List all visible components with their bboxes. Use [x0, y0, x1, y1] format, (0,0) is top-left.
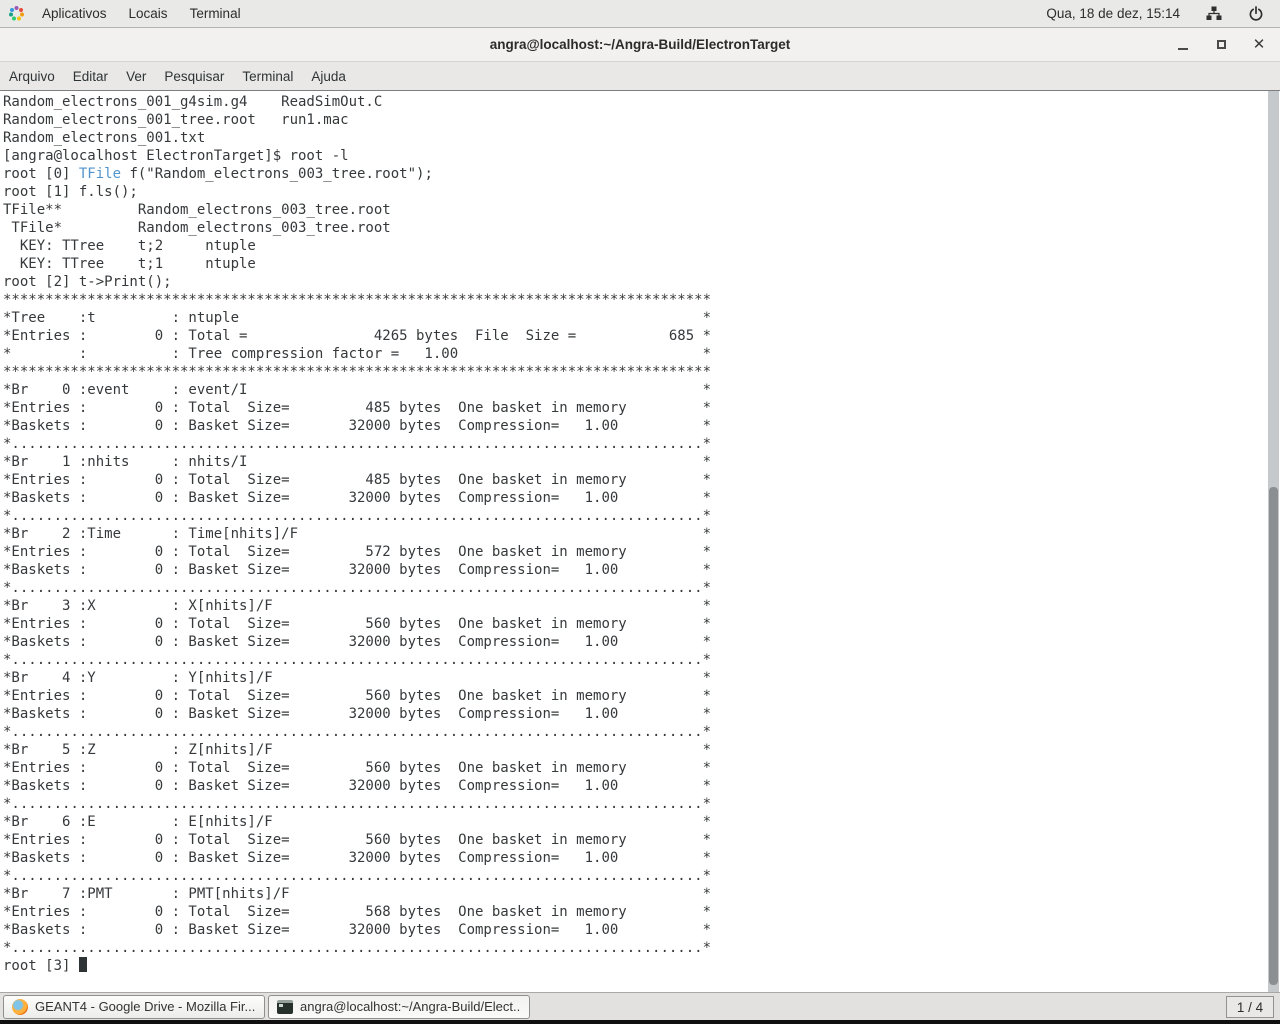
terminal-line: *Entries : 0 : Total Size= 572 bytes One…	[3, 543, 1264, 561]
menu-file[interactable]: Arquivo	[0, 62, 64, 90]
terminal-line: *Br 2 :Time : Time[nhits]/F *	[3, 525, 1264, 543]
terminal-line: *.......................................…	[3, 579, 1264, 597]
terminal-line: *Entries : 0 : Total Size= 485 bytes One…	[3, 399, 1264, 417]
minimize-icon	[1178, 48, 1188, 50]
terminal-line: *Br 1 :nhits : nhits/I *	[3, 453, 1264, 471]
terminal-output: Random_electrons_001_g4sim.g4 ReadSimOut…	[3, 93, 1264, 975]
panel-menu-places[interactable]: Locais	[118, 0, 179, 27]
terminal-line: *Entries : 0 : Total Size= 560 bytes One…	[3, 615, 1264, 633]
desktop: Aplicativos Locais Terminal Qua, 18 de d…	[0, 0, 1280, 1024]
terminal-line: *Entries : 0 : Total = 4265 bytes File S…	[3, 327, 1264, 345]
terminal-line: root [1] f.ls();	[3, 183, 1264, 201]
terminal-icon	[277, 1000, 293, 1014]
taskbar-item-firefox[interactable]: GEANT4 - Google Drive - Mozilla Fir...	[3, 995, 265, 1019]
terminal-line: *Entries : 0 : Total Size= 568 bytes One…	[3, 903, 1264, 921]
terminal-line: Random_electrons_001_g4sim.g4 ReadSimOut…	[3, 93, 1264, 111]
terminal-cursor	[79, 957, 87, 972]
task-label: GEANT4 - Google Drive - Mozilla Fir...	[35, 999, 256, 1014]
terminal-line: *Entries : 0 : Total Size= 560 bytes One…	[3, 687, 1264, 705]
terminal-line: *.......................................…	[3, 723, 1264, 741]
taskbar: GEANT4 - Google Drive - Mozilla Fir... a…	[0, 992, 1280, 1020]
workspace-switcher[interactable]: 1 / 4	[1226, 996, 1274, 1018]
terminal-line: Random_electrons_001_tree.root run1.mac	[3, 111, 1264, 129]
maximize-icon	[1217, 40, 1226, 49]
terminal-line: [angra@localhost ElectronTarget]$ root -…	[3, 147, 1264, 165]
terminal-line: root [0] TFile f("Random_electrons_003_t…	[3, 165, 1264, 183]
panel-right: Qua, 18 de dez, 15:14	[1046, 0, 1280, 27]
power-icon[interactable]	[1248, 6, 1264, 22]
terminal-line: *Br 4 :Y : Y[nhits]/F *	[3, 669, 1264, 687]
minimize-button[interactable]	[1172, 34, 1194, 56]
terminal-line: * : : Tree compression factor = 1.00 *	[3, 345, 1264, 363]
menu-view[interactable]: Ver	[117, 62, 155, 90]
panel-menu-applications[interactable]: Aplicativos	[31, 0, 118, 27]
close-button[interactable]: ✕	[1248, 34, 1270, 56]
menu-help[interactable]: Ajuda	[302, 62, 355, 90]
window-title: angra@localhost:~/Angra-Build/ElectronTa…	[490, 37, 791, 52]
firefox-icon	[12, 999, 28, 1015]
terminal-line: *.......................................…	[3, 867, 1264, 885]
terminal-line: *Baskets : 0 : Basket Size= 32000 bytes …	[3, 489, 1264, 507]
terminal-line: *Baskets : 0 : Basket Size= 32000 bytes …	[3, 561, 1264, 579]
terminal-line: KEY: TTree t;1 ntuple	[3, 255, 1264, 273]
maximize-button[interactable]	[1210, 34, 1232, 56]
menubar: Arquivo Editar Ver Pesquisar Terminal Aj…	[0, 62, 1280, 91]
terminal-line: root [2] t->Print();	[3, 273, 1264, 291]
applications-logo-icon[interactable]	[8, 5, 25, 22]
terminal-line: *Br 0 :event : event/I *	[3, 381, 1264, 399]
terminal-line: TFile** Random_electrons_003_tree.root	[3, 201, 1264, 219]
screen-bottom-strip	[0, 1020, 1280, 1024]
network-icon[interactable]	[1206, 6, 1222, 21]
menu-edit[interactable]: Editar	[64, 62, 117, 90]
terminal-line: *Baskets : 0 : Basket Size= 32000 bytes …	[3, 633, 1264, 651]
scrollbar-track[interactable]	[1268, 91, 1279, 992]
terminal-line: *Baskets : 0 : Basket Size= 32000 bytes …	[3, 777, 1264, 795]
terminal-line: *Baskets : 0 : Basket Size= 32000 bytes …	[3, 849, 1264, 867]
window-controls: ✕	[1172, 28, 1270, 61]
terminal-viewport[interactable]: Random_electrons_001_g4sim.g4 ReadSimOut…	[0, 91, 1280, 992]
menu-terminal[interactable]: Terminal	[233, 62, 302, 90]
terminal-line: *Baskets : 0 : Basket Size= 32000 bytes …	[3, 921, 1264, 939]
panel-clock[interactable]: Qua, 18 de dez, 15:14	[1046, 6, 1180, 21]
terminal-line: *Tree :t : ntuple *	[3, 309, 1264, 327]
top-panel: Aplicativos Locais Terminal Qua, 18 de d…	[0, 0, 1280, 28]
menu-search[interactable]: Pesquisar	[155, 62, 233, 90]
terminal-line: *Entries : 0 : Total Size= 560 bytes One…	[3, 831, 1264, 849]
scrollbar-thumb[interactable]	[1269, 487, 1278, 984]
terminal-line: *.......................................…	[3, 651, 1264, 669]
terminal-line: *Entries : 0 : Total Size= 560 bytes One…	[3, 759, 1264, 777]
terminal-line: TFile* Random_electrons_003_tree.root	[3, 219, 1264, 237]
panel-menu-terminal[interactable]: Terminal	[179, 0, 252, 27]
titlebar[interactable]: angra@localhost:~/Angra-Build/ElectronTa…	[0, 28, 1280, 62]
terminal-line: ****************************************…	[3, 291, 1264, 309]
terminal-line: root [3]	[3, 957, 1264, 975]
terminal-line: Random_electrons_001.txt	[3, 129, 1264, 147]
panel-left: Aplicativos Locais Terminal	[0, 0, 252, 27]
close-icon: ✕	[1253, 37, 1266, 52]
taskbar-item-terminal[interactable]: angra@localhost:~/Angra-Build/Elect...	[268, 995, 530, 1019]
terminal-line: *Baskets : 0 : Basket Size= 32000 bytes …	[3, 417, 1264, 435]
terminal-line: KEY: TTree t;2 ntuple	[3, 237, 1264, 255]
terminal-line: *Baskets : 0 : Basket Size= 32000 bytes …	[3, 705, 1264, 723]
terminal-line: *.......................................…	[3, 795, 1264, 813]
terminal-line: *.......................................…	[3, 939, 1264, 957]
terminal-line: ****************************************…	[3, 363, 1264, 381]
terminal-line: *Br 5 :Z : Z[nhits]/F *	[3, 741, 1264, 759]
terminal-line: *Entries : 0 : Total Size= 485 bytes One…	[3, 471, 1264, 489]
task-label: angra@localhost:~/Angra-Build/Elect...	[300, 999, 521, 1014]
terminal-line: *.......................................…	[3, 435, 1264, 453]
terminal-line: *Br 3 :X : X[nhits]/F *	[3, 597, 1264, 615]
terminal-line: *Br 6 :E : E[nhits]/F *	[3, 813, 1264, 831]
terminal-line: *.......................................…	[3, 507, 1264, 525]
terminal-window: angra@localhost:~/Angra-Build/ElectronTa…	[0, 28, 1280, 992]
terminal-line: *Br 7 :PMT : PMT[nhits]/F *	[3, 885, 1264, 903]
